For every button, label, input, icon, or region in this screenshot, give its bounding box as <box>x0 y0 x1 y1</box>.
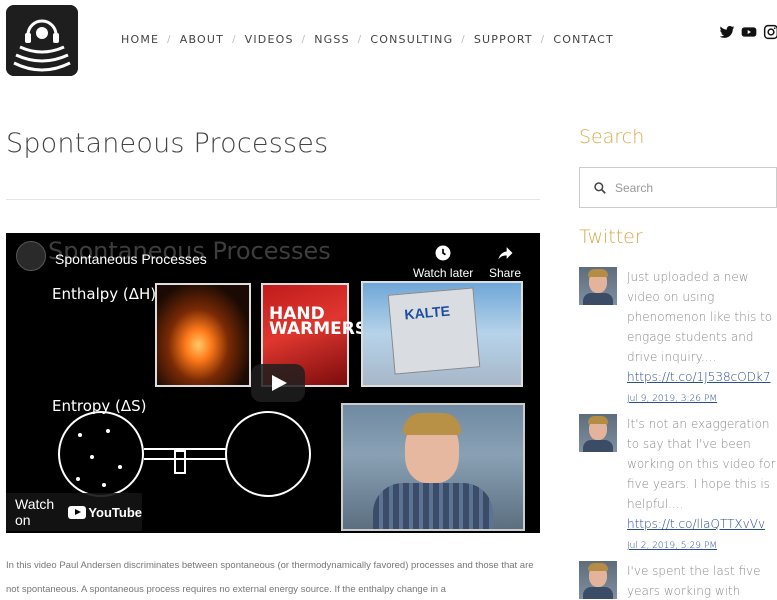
tweet-text: Just uploaded a new video on using pheno… <box>627 270 773 364</box>
nav-about[interactable]: ABOUT <box>180 33 224 46</box>
youtube-wordmark: YouTube <box>88 504 142 520</box>
fire-image <box>155 283 251 387</box>
tweet-timestamp[interactable]: Jul 9, 2019, 3:26 PM <box>627 389 777 409</box>
play-button[interactable] <box>251 364 305 402</box>
nav-contact[interactable]: CONTACT <box>553 33 614 46</box>
search-heading: Search <box>579 126 645 148</box>
headphones-logo-icon <box>6 5 78 76</box>
right-flask <box>225 411 311 497</box>
left-flask <box>58 411 144 497</box>
cold-pack-image: KALTE <box>361 281 523 387</box>
page-title: Spontaneous Processes <box>6 128 329 159</box>
kalte-text: KALTE <box>403 302 451 323</box>
share-icon <box>498 247 513 260</box>
cold-pack: KALTE <box>387 287 481 375</box>
video-description: In this video Paul Andersen discriminate… <box>6 560 534 595</box>
youtube-logo: YouTube <box>68 505 142 520</box>
tweet-text: I've spent the last five years working w… <box>627 564 761 598</box>
youtube-icon[interactable] <box>741 24 757 40</box>
search-icon <box>594 181 606 194</box>
tweet-link[interactable]: https://t.co/llaQTTXvVv <box>627 514 777 534</box>
nav-ngss[interactable]: NGSS <box>314 33 350 46</box>
search-box[interactable] <box>579 167 777 208</box>
tweet-avatar[interactable] <box>579 414 617 452</box>
nav-videos[interactable]: VIDEOS <box>245 33 294 46</box>
watch-later-label: Watch later <box>413 266 474 280</box>
youtube-play-icon <box>68 505 87 519</box>
twitter-icon[interactable] <box>719 24 735 40</box>
twitter-heading: Twitter <box>579 226 643 248</box>
watch-later-button[interactable]: Watch later <box>413 243 473 280</box>
valve <box>174 450 186 474</box>
nav-consulting[interactable]: CONSULTING <box>370 33 453 46</box>
title-divider <box>6 199 540 200</box>
instagram-icon[interactable] <box>763 24 777 40</box>
tweet-avatar[interactable] <box>579 561 617 599</box>
watch-on-youtube-button[interactable]: Watch on YouTube <box>6 493 142 531</box>
share-button[interactable]: Share <box>489 243 521 280</box>
presenter-video <box>341 403 525 531</box>
tweet-avatar[interactable] <box>579 267 617 305</box>
video-embed[interactable]: Spontaneous Processes Spontaneous Proces… <box>6 233 540 533</box>
channel-avatar[interactable] <box>16 241 46 271</box>
search-input[interactable] <box>615 180 765 195</box>
social-links <box>719 24 777 40</box>
nav-support[interactable]: SUPPORT <box>474 33 533 46</box>
tweet-text: It's not an exaggeration to say that I'v… <box>627 417 776 511</box>
enthalpy-label: Enthalpy (ΔH) <box>52 285 157 303</box>
share-label: Share <box>489 266 522 280</box>
main-nav: HOME / ABOUT / VIDEOS / NGSS / CONSULTING / S… <box>121 33 614 46</box>
site-logo[interactable] <box>6 5 78 76</box>
tweet-link[interactable]: https://t.co/1J538cODk7 <box>627 367 777 387</box>
tweet-timestamp[interactable]: Jul 2, 2019, 5:29 PM <box>627 536 777 556</box>
video-title[interactable]: Spontaneous Processes <box>55 251 207 267</box>
watch-on-label: Watch on <box>15 496 55 528</box>
clock-icon <box>435 245 451 261</box>
hand-warmers-text: HAND WARMERS <box>269 304 368 339</box>
nav-home[interactable]: HOME <box>121 33 159 46</box>
